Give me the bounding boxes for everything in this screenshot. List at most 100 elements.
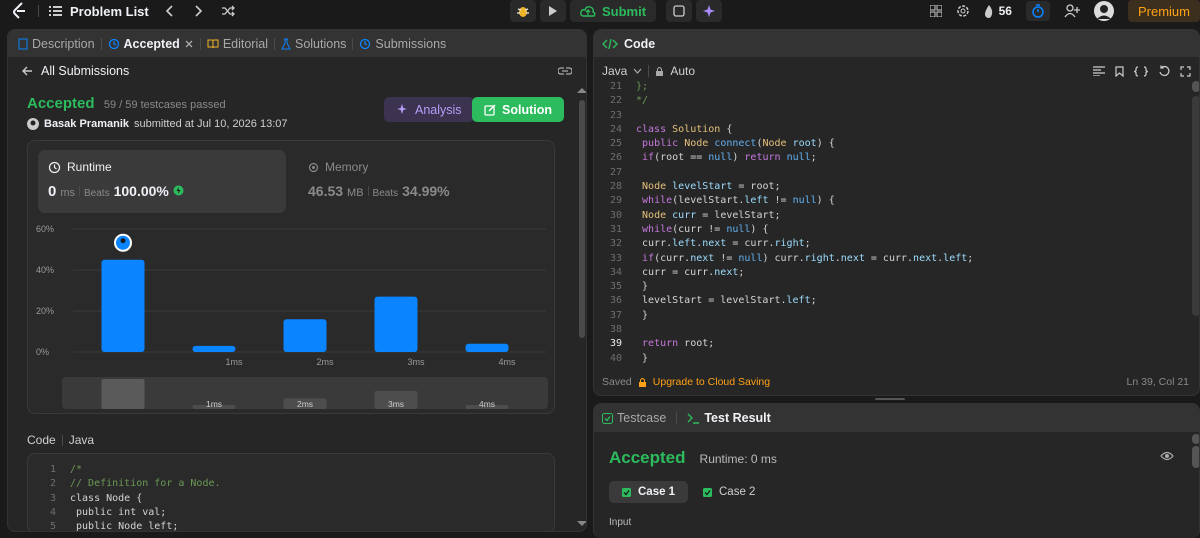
language-select[interactable]: Java: [602, 64, 627, 78]
divider: [100, 37, 102, 50]
cloud-upload-icon: [580, 5, 596, 17]
editor-status-bar: Saved Upgrade to Cloud Saving: [602, 376, 770, 388]
streak-counter[interactable]: 56: [984, 4, 1012, 18]
editor-scrollbar[interactable]: [1192, 96, 1199, 316]
y-tick-label: 20%: [36, 306, 54, 316]
tab-testcase-label: Testcase: [617, 411, 667, 425]
code-text: public int val;: [70, 506, 167, 518]
bug-icon: [516, 4, 530, 18]
tab-testcase[interactable]: Testcase: [602, 411, 666, 425]
tab-description[interactable]: Description: [18, 37, 95, 51]
close-icon[interactable]: [184, 39, 194, 49]
line-number: 2: [49, 478, 56, 490]
avatar[interactable]: [1093, 1, 1114, 21]
code-editor[interactable]: 21}; 22 */ 23 24 class Solution { 25 publi…: [594, 81, 1192, 366]
scroll-down-icon[interactable]: [577, 520, 586, 527]
submit-label: Submit: [602, 3, 647, 19]
upgrade-link[interactable]: Upgrade to Cloud Saving: [653, 376, 770, 388]
tab-test-result[interactable]: Test Result: [687, 411, 771, 425]
link-icon[interactable]: [558, 66, 572, 76]
reset-icon[interactable]: [1158, 65, 1170, 77]
all-submissions-link[interactable]: All Submissions: [22, 64, 129, 78]
left-panel: Description Accepted Editorial Solutions…: [7, 29, 587, 532]
submit-button[interactable]: Submit: [570, 0, 657, 22]
case-1-label: Case 1: [638, 486, 676, 498]
layout-grid-icon[interactable]: [929, 5, 942, 17]
notes-button[interactable]: [666, 0, 693, 22]
left-scrollbar[interactable]: [579, 100, 585, 338]
test-result-panel: Testcase Test Result Accepted Runtime: 0…: [593, 403, 1200, 538]
tab-submissions[interactable]: Submissions: [359, 37, 446, 51]
chevron-down-icon[interactable]: [633, 68, 642, 74]
problem-list-label: Problem List: [70, 3, 149, 19]
line-number: 3: [49, 492, 56, 504]
fullscreen-icon[interactable]: [1180, 65, 1191, 77]
bar: [283, 319, 327, 352]
user-name[interactable]: Basak Pramanik: [44, 118, 129, 130]
result-tabs: Testcase Test Result: [594, 404, 1199, 432]
code-section-header: Code Java: [27, 433, 94, 447]
document-icon: [18, 38, 28, 50]
analysis-label: Analysis: [415, 102, 462, 117]
premium-button[interactable]: Premium: [1127, 0, 1200, 22]
case-2-tab[interactable]: Case 2: [703, 481, 755, 503]
solution-button[interactable]: Solution: [472, 97, 564, 122]
mode-auto[interactable]: Auto: [670, 64, 695, 78]
performance-card: Runtime 0 ms Beats 100.00% Memory 46.53 …: [27, 140, 555, 414]
result-scroll-up[interactable]: [1192, 434, 1199, 444]
check-icon: [703, 487, 712, 497]
settings-gear-icon[interactable]: [956, 4, 970, 18]
flask-icon: [281, 38, 291, 50]
code-line: 4 public int val;: [28, 506, 554, 520]
scroll-up-icon[interactable]: [577, 87, 586, 94]
submitted-code[interactable]: 1 /* 2 // Definition for a Node. 3 class Node…: [27, 453, 555, 532]
divider: [61, 434, 63, 446]
format-icon[interactable]: [1093, 66, 1105, 76]
tab-test-result-label: Test Result: [704, 411, 771, 425]
x-tick-label: 2ms: [316, 357, 334, 367]
editor-scroll-up[interactable]: [1192, 81, 1199, 92]
y-tick-label: 60%: [36, 224, 54, 234]
eye-icon[interactable]: [1160, 451, 1174, 461]
book-icon: [207, 38, 219, 49]
status-accepted: Accepted: [27, 95, 95, 112]
input-label: Input: [609, 517, 632, 528]
check-icon: [622, 487, 631, 497]
code-brackets-icon: [602, 38, 618, 50]
mini-x-label: 4ms: [479, 399, 495, 409]
history-icon: [359, 38, 371, 50]
y-tick-label: 0%: [36, 347, 49, 357]
language-value: Java: [602, 64, 628, 78]
arrow-left-icon: [22, 66, 33, 76]
braces-icon[interactable]: [1134, 65, 1148, 77]
add-friend-icon[interactable]: [1064, 4, 1080, 18]
code-text: /*: [70, 464, 83, 475]
all-submissions-label: All Submissions: [41, 64, 130, 78]
tab-editorial[interactable]: Editorial: [207, 37, 268, 51]
code-text: public Node left;: [70, 521, 179, 532]
tab-accepted[interactable]: Accepted: [108, 37, 194, 51]
tab-editorial-label: Editorial: [222, 36, 268, 51]
line-number: 4: [49, 506, 56, 518]
debug-button[interactable]: [510, 0, 536, 22]
run-button[interactable]: [540, 0, 566, 22]
problem-list-button[interactable]: Problem List: [49, 4, 149, 19]
chevron-right-icon[interactable]: [193, 5, 203, 17]
note-icon: [673, 5, 685, 17]
chevron-left-icon[interactable]: [165, 5, 175, 17]
leetcode-logo-icon[interactable]: [12, 2, 28, 20]
case-1-tab[interactable]: Case 1: [609, 481, 689, 503]
result-scrollbar[interactable]: [1192, 446, 1199, 468]
divider: [273, 37, 275, 50]
tab-solutions[interactable]: Solutions: [281, 37, 346, 51]
analysis-button[interactable]: Analysis: [384, 97, 474, 122]
ai-button[interactable]: [696, 0, 723, 22]
code-language: Java: [68, 433, 95, 447]
resize-handle[interactable]: [875, 398, 905, 400]
bar: [192, 345, 236, 352]
shuffle-icon[interactable]: [221, 5, 235, 17]
timer-button[interactable]: [1025, 1, 1050, 21]
code-editor-panel: Code Java Auto 21}; 22 */ 23 24 class Solu…: [593, 29, 1200, 396]
bookmark-icon[interactable]: [1115, 65, 1124, 77]
submitted-time: submitted at Jul 10, 2026 13:07: [134, 118, 288, 130]
